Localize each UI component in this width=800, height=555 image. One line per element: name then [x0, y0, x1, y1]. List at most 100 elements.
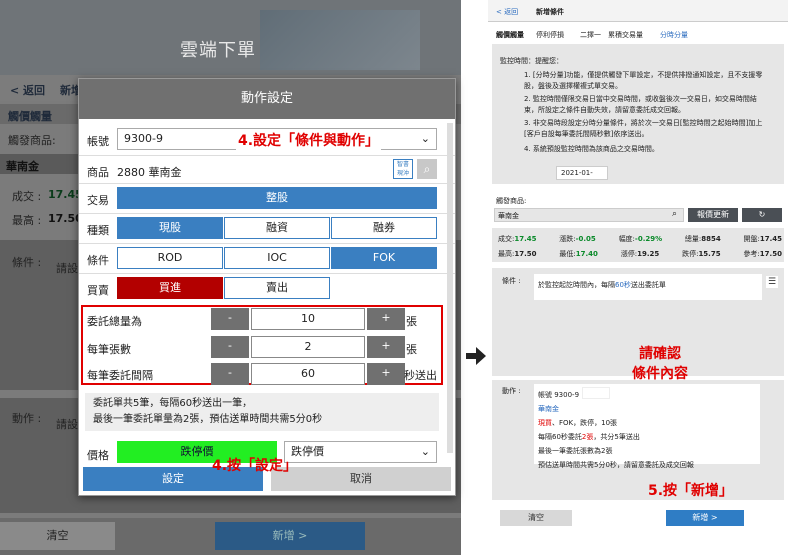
- quote-value: 8854: [701, 235, 721, 243]
- notice-1: 1. [分時分量]功能，僅提供觸發下單設定，不提供排撥通知設定，且不支援零股，盤…: [524, 71, 763, 90]
- back-link[interactable]: < 返回: [10, 82, 45, 98]
- quote-value: 17.40: [575, 250, 598, 258]
- right-stock-field[interactable]: [494, 208, 684, 222]
- date-input[interactable]: 2021-01-: [556, 166, 608, 180]
- condition-seconds: 60秒: [615, 281, 631, 289]
- list-icon[interactable]: ☰: [766, 276, 778, 288]
- right-tab-stop[interactable]: 停利停損: [536, 30, 564, 40]
- cond-label: 條件: [87, 254, 109, 267]
- action-line-2: 每隔60秒委託2張，共分5筆送出: [538, 432, 640, 442]
- stock-name: 華南金: [6, 160, 39, 173]
- right-tab-timeshare[interactable]: 分時分量: [660, 30, 688, 40]
- new-button[interactable]: 新增 >: [215, 522, 365, 550]
- summary-line-2: 最後一筆委託單量為2張，預估送單時間共需5分0秒: [93, 414, 323, 425]
- right-back-link[interactable]: < 返回: [496, 7, 518, 17]
- right-top-bar: [488, 0, 788, 22]
- divider: [79, 273, 455, 274]
- quote-cell: 跌停:15.75: [682, 249, 721, 259]
- qty-each-input[interactable]: 2: [251, 336, 365, 358]
- interval-label: 每筆委託間隔: [87, 369, 153, 382]
- condition-label: 條件 :: [12, 256, 42, 269]
- quotes-row-2: 最高:17.50 最低:17.40 漲停:19.25 跌停:15.75 參考:17.50: [498, 249, 782, 259]
- quote-value: 17.45: [514, 235, 537, 243]
- divider: [79, 183, 455, 184]
- trade-type-button[interactable]: 整股: [117, 187, 437, 209]
- cond-rod-button[interactable]: ROD: [117, 247, 223, 269]
- header-illustration: [260, 10, 420, 70]
- quote-label: 最低:: [559, 250, 576, 258]
- type-margin-button[interactable]: 融資: [224, 217, 330, 239]
- price-select[interactable]: 跌停價 ⌄: [284, 441, 437, 463]
- right-search-icon[interactable]: ⌕: [672, 209, 677, 219]
- cancel-button[interactable]: 取消: [271, 467, 451, 491]
- clear-button[interactable]: 清空: [0, 522, 115, 550]
- quote-label: 漲跌:: [559, 235, 576, 243]
- qty-total-input[interactable]: 10: [251, 308, 365, 330]
- right-tab-price-volume[interactable]: 觸價觸量: [496, 30, 524, 40]
- notice-3-text: 非交易時段設定分時分量條件，將於次一交易日[監控時間之起始時間]加上[客戶自設每…: [524, 119, 763, 138]
- quote-cell: 開盤:17.45: [743, 234, 782, 244]
- right-new-button[interactable]: 新增 >: [666, 510, 744, 526]
- qty-each-minus-button[interactable]: -: [211, 336, 249, 358]
- type-cash-button[interactable]: 現股: [117, 217, 223, 239]
- qty-each-plus-button[interactable]: +: [367, 336, 405, 358]
- product-value: 2880 華南金: [117, 166, 182, 179]
- redacted-account: [582, 387, 610, 399]
- right-tab-either[interactable]: 二擇一: [580, 30, 601, 40]
- notice-4-text: 系統預設監控時間為該商品之交易時間。: [532, 145, 659, 153]
- interval-unit: 秒送出: [404, 369, 437, 382]
- right-monitor-label: 觸發商品:: [496, 197, 527, 205]
- qty-total-minus-button[interactable]: -: [211, 308, 249, 330]
- high-label: 最高 :: [12, 214, 42, 227]
- quote-value: 17.50: [759, 250, 782, 258]
- annotation-press-set: 4.按「設定」: [212, 458, 298, 474]
- quote-value: 17.45: [759, 235, 782, 243]
- summary-line-1: 委託單共5筆，每隔60秒送出一筆，: [93, 398, 253, 409]
- right-clear-button[interactable]: 清空: [500, 510, 572, 526]
- annotation-press-new: 5.按「新增」: [648, 483, 734, 499]
- interval-minus-button[interactable]: -: [211, 363, 249, 385]
- quote-icon[interactable]: 智書 現沖: [393, 159, 413, 179]
- right-action-label: 動作 :: [502, 387, 521, 395]
- interval-plus-button[interactable]: +: [367, 363, 405, 385]
- search-icon[interactable]: ⌕: [417, 159, 437, 179]
- notice-1-text: [分時分量]功能，僅提供觸發下單設定，不提供排撥通知設定，且不支援零股，盤後及選…: [524, 71, 763, 90]
- quote-label: 參考:: [743, 250, 760, 258]
- action-line-3: 最後一筆委託張數為2張: [538, 447, 613, 455]
- divider: [79, 155, 455, 156]
- qty-total-plus-button[interactable]: +: [367, 308, 405, 330]
- refresh-icon[interactable]: ↻: [742, 208, 782, 222]
- account-label: 帳號: [87, 135, 109, 148]
- divider: [79, 243, 455, 244]
- notice-3: 3. 非交易時段設定分時分量條件，將於次一交易日[監控時間之起始時間]加上[客戶…: [524, 119, 763, 138]
- quote-cell: 總量:8854: [685, 234, 721, 244]
- cond-ioc-button[interactable]: IOC: [224, 247, 330, 269]
- buy-button[interactable]: 買進: [117, 277, 223, 299]
- quote-cell: 參考:17.50: [743, 249, 782, 259]
- condition-text: 請設: [56, 262, 78, 275]
- quote-value: -0.05: [575, 235, 596, 243]
- product-label: 商品: [87, 166, 109, 179]
- quote-refresh-button[interactable]: 報價更新: [688, 208, 738, 222]
- right-title: 新增條件: [536, 8, 564, 16]
- sell-button[interactable]: 賣出: [224, 277, 330, 299]
- arrow: [466, 347, 486, 365]
- divider: [79, 213, 455, 214]
- interval-input[interactable]: 60: [251, 363, 365, 385]
- type-short-button[interactable]: 融券: [331, 217, 437, 239]
- condition-text-post: 送出委託單: [630, 281, 666, 289]
- trade-label: 交易: [87, 194, 109, 207]
- action-label: 動作 :: [12, 412, 42, 425]
- quote-label: 跌停:: [682, 250, 699, 258]
- dialog-scrollbar[interactable]: [447, 123, 453, 453]
- qty-total-unit: 張: [406, 315, 417, 328]
- right-tab-cumulative[interactable]: 累積交易量: [608, 30, 643, 40]
- chevron-down-icon: ⌄: [420, 445, 430, 458]
- tab-price-volume[interactable]: 觸價觸量: [8, 108, 52, 124]
- quote-cell: 最低:17.40: [559, 249, 598, 259]
- notice-2-text: 監控時間僅限交易日當中交易時間，或收盤後次一交易日，如交易時間結束，所設定之條件…: [524, 95, 757, 114]
- annotation-confirm: 請確認 條件內容: [632, 346, 688, 382]
- confirmation-panel: < 返回 新增條件 觸價觸量 停利停損 二擇一 累積交易量 分時分量 監控時間：…: [488, 0, 788, 555]
- quote-label: 成交:: [498, 235, 515, 243]
- cond-fok-button[interactable]: FOK: [331, 247, 437, 269]
